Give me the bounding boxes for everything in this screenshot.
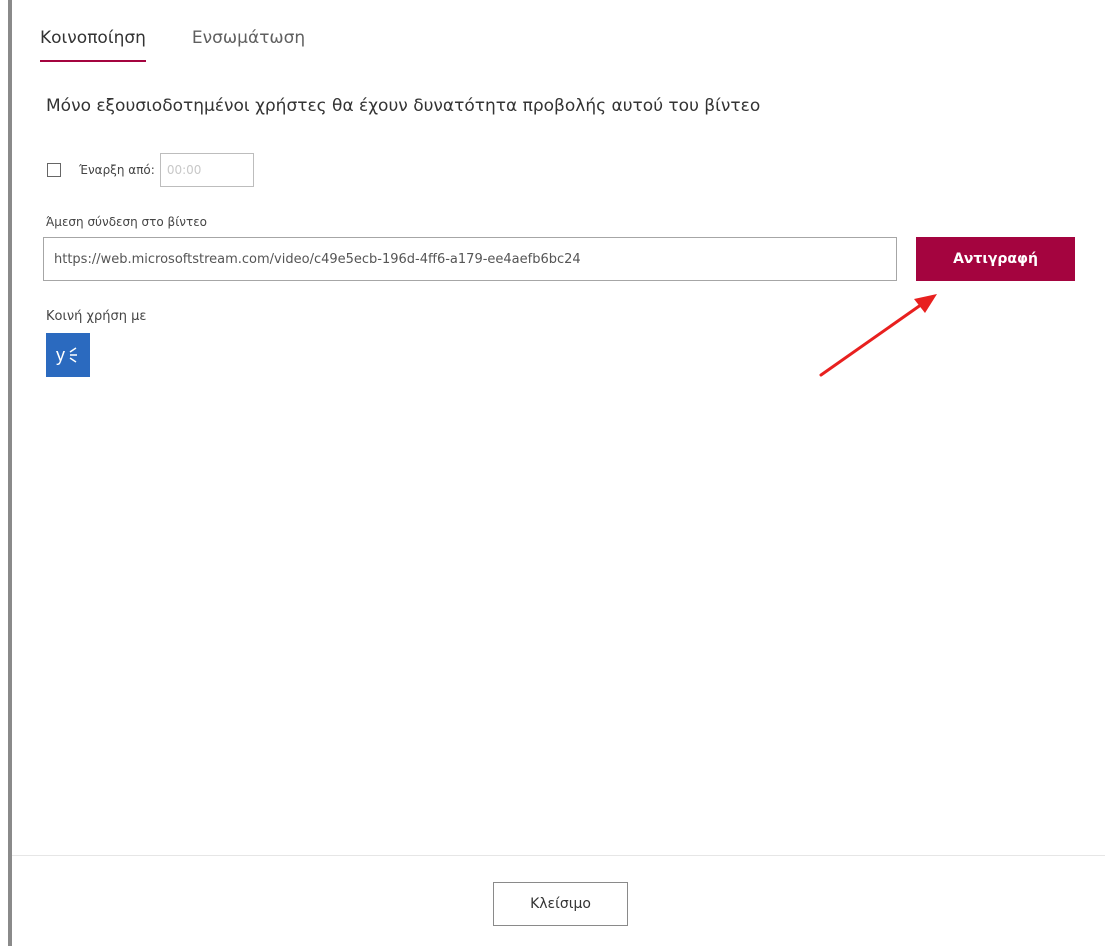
footer-divider: [12, 855, 1105, 856]
tab-share[interactable]: Κοινοποίηση: [40, 28, 146, 62]
start-time-row: Έναρξη από:: [47, 152, 254, 188]
share-dialog: Κοινοποίηση Ενσωμάτωση Μόνο εξουσιοδοτημ…: [0, 0, 1105, 946]
close-button[interactable]: Κλείσιμο: [493, 882, 628, 926]
direct-link-field[interactable]: [43, 237, 897, 281]
start-time-input[interactable]: [159, 153, 254, 187]
tab-embed[interactable]: Ενσωμάτωση: [192, 28, 305, 62]
yammer-share-button[interactable]: y: [46, 333, 90, 377]
svg-text:y: y: [56, 345, 65, 365]
authorized-users-notice: Μόνο εξουσιοδοτημένοι χρήστες θα έχουν δ…: [46, 96, 761, 116]
start-time-label: Έναρξη από:: [79, 163, 155, 177]
copy-button[interactable]: Αντιγραφή: [916, 237, 1075, 281]
start-time-checkbox[interactable]: [47, 163, 61, 177]
share-with-label: Κοινή χρήση με: [46, 309, 147, 324]
annotation-arrow: [819, 294, 937, 377]
left-border: [8, 0, 12, 946]
direct-link-label: Άμεση σύνδεση στο βίντεο: [46, 215, 208, 229]
yammer-icon: y: [56, 345, 77, 365]
tab-bar: Κοινοποίηση Ενσωμάτωση: [40, 28, 305, 62]
